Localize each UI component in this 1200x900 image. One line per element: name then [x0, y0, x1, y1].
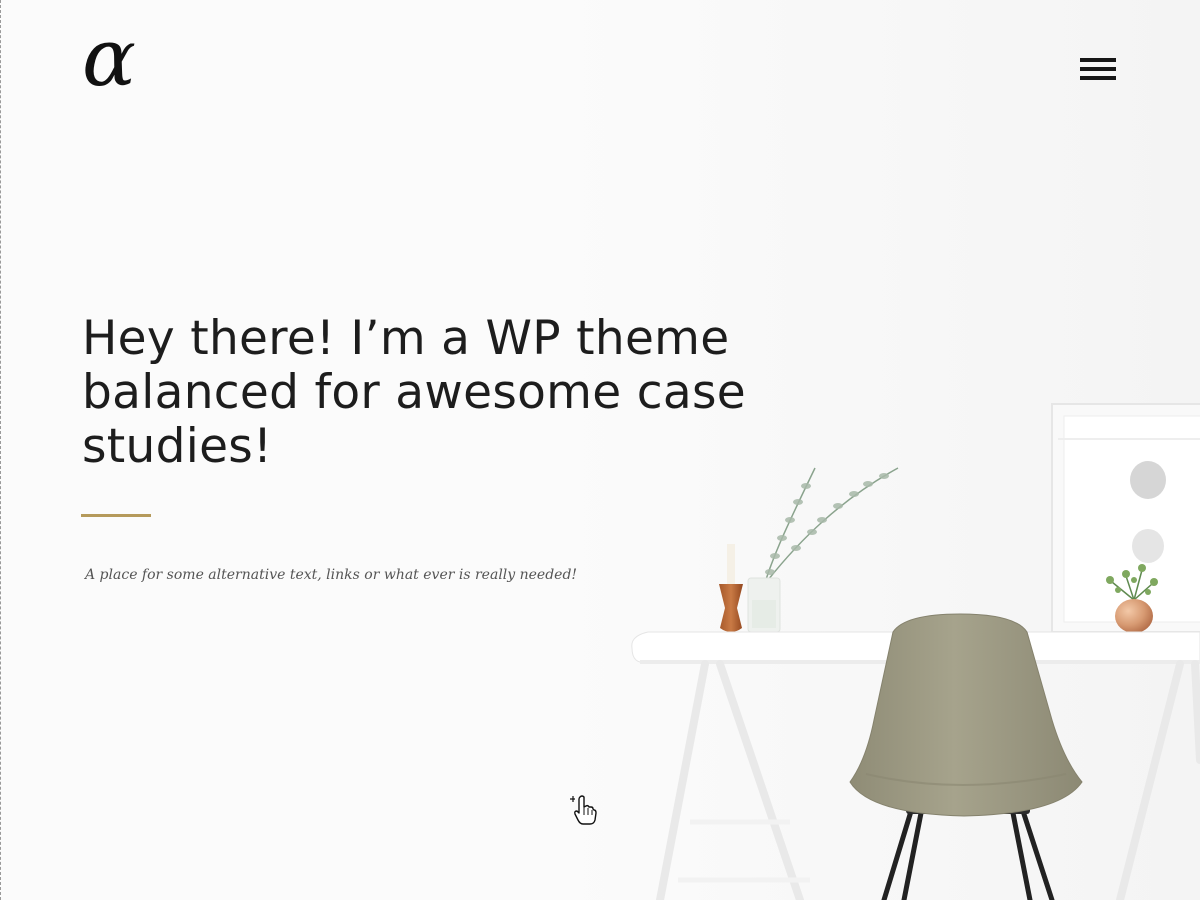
hamburger-menu-button[interactable]	[1078, 56, 1118, 84]
hero-subtitle: A place for some alternative text, links…	[85, 567, 578, 583]
page: α Hey there! I’m a WP theme balanced for…	[0, 0, 1200, 900]
hero-title: Hey there! I’m a WP theme balanced for a…	[82, 311, 746, 474]
pointer-cursor-icon	[570, 795, 597, 825]
hero-accent-divider	[81, 514, 151, 517]
glass-vase	[747, 577, 781, 633]
hamburger-menu-icon	[1080, 58, 1116, 62]
picture-frame	[1051, 403, 1200, 633]
logo-alpha-glyph: α	[82, 11, 137, 104]
site-logo[interactable]: α	[82, 18, 160, 98]
